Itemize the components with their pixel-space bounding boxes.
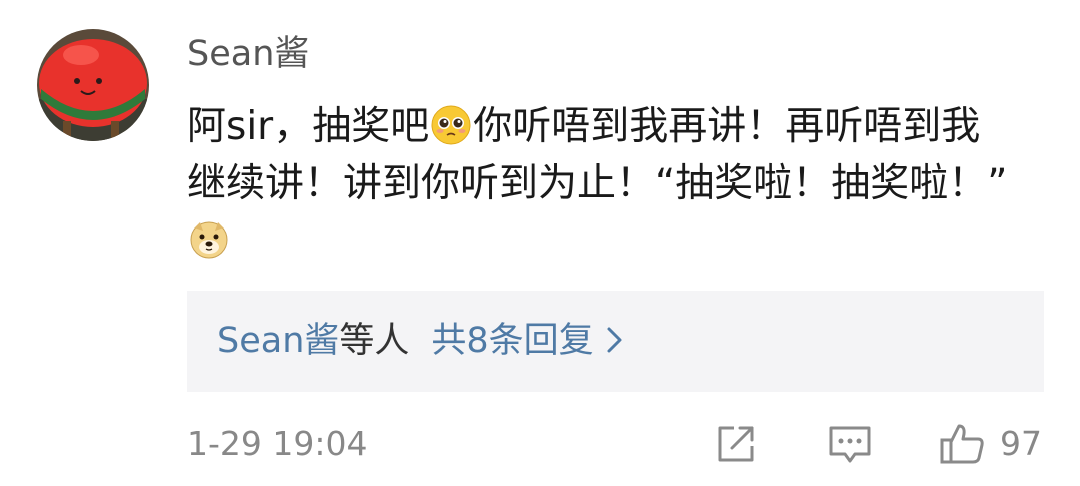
avatar[interactable]: [37, 29, 149, 141]
reply-user-suffix: 等人: [339, 321, 410, 361]
replies-summary[interactable]: Sean酱等人 共8条回复: [217, 317, 624, 368]
doge-emoji: [188, 218, 230, 260]
pleading-face-emoji: [430, 104, 472, 146]
share-icon[interactable]: [712, 420, 760, 468]
replies-preview[interactable]: Sean酱等人 共8条回复: [187, 291, 1044, 392]
comment-text: 阿sir，抽奖吧 你听唔到我再讲！再听唔到我继续讲！讲到你听到为止！“抽奖啦！抽…: [187, 98, 1017, 269]
like-count: 97: [1000, 424, 1042, 463]
comment-timestamp: 1-29 19:04: [187, 424, 368, 463]
username[interactable]: Sean酱: [187, 30, 309, 78]
chevron-right-icon: [606, 320, 624, 368]
avatar-image: [37, 29, 149, 141]
comment-icon[interactable]: [826, 420, 874, 468]
reply-count-link[interactable]: 共8条回复: [431, 321, 593, 361]
reply-user-name[interactable]: Sean酱: [217, 321, 339, 361]
comment-text-part-1: 阿sir，抽奖吧: [187, 104, 430, 149]
thumbs-up-icon[interactable]: [938, 420, 986, 468]
